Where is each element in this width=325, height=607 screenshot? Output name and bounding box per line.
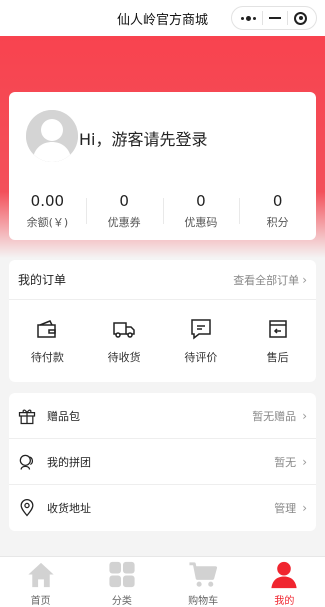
tab-mine[interactable]: 我的	[244, 557, 325, 607]
page-title: 仙人岭官方商城	[116, 12, 208, 28]
chevron-right-icon: ›	[302, 454, 307, 469]
stat-label: 优惠码	[184, 216, 218, 229]
orders-title: 我的订单	[18, 273, 67, 287]
stat-promo-codes[interactable]: 0 优惠码	[162, 192, 240, 232]
chevron-right-icon: ›	[302, 272, 307, 287]
stat-points[interactable]: 0 积分	[239, 192, 316, 232]
default-avatar-icon	[26, 110, 78, 162]
orders-header: 我的订单 查看全部订单 ›	[9, 260, 316, 300]
stat-balance[interactable]: 0.00 余额(￥)	[9, 192, 86, 232]
tab-cart[interactable]: 购物车	[163, 557, 244, 607]
my-orders-card: 我的订单 查看全部订单 › 待付款 待收货 待评价 售后	[9, 260, 316, 382]
login-prompt[interactable]: Hi，游客请先登录	[79, 126, 207, 150]
order-after-sales[interactable]: 售后	[239, 317, 316, 365]
location-pin-icon	[20, 499, 34, 517]
order-item-label: 待收货	[107, 350, 141, 364]
bottom-tab-bar: 首页 分类 购物车 我的	[0, 556, 325, 607]
stat-label: 余额(￥)	[26, 216, 69, 229]
profile-card: Hi，游客请先登录 0.00 余额(￥) 0 优惠券 0 优惠码 0 积分	[9, 92, 316, 240]
close-target-icon[interactable]	[294, 11, 307, 25]
menu-row-group-buy[interactable]: 我的拼团 暂无 ›	[9, 439, 316, 485]
order-item-label: 待付款	[30, 350, 64, 364]
chevron-right-icon: ›	[302, 501, 307, 515]
order-status-list: 待付款 待收货 待评价 售后	[9, 300, 316, 381]
truck-icon	[113, 321, 135, 338]
order-pending-review[interactable]: 待评价	[163, 317, 240, 365]
account-stats: 0.00 余额(￥) 0 优惠券 0 优惠码 0 积分	[9, 192, 316, 232]
tab-label: 购物车	[188, 596, 219, 607]
menu-label: 赠品包	[47, 409, 80, 423]
minimize-icon[interactable]	[269, 17, 281, 19]
menu-row-address[interactable]: 收货地址 管理 ›	[9, 485, 316, 531]
gift-icon	[18, 409, 36, 424]
tab-category[interactable]: 分类	[81, 557, 162, 607]
menu-label: 我的拼团	[47, 455, 91, 469]
tab-label: 分类	[111, 596, 132, 607]
avatar[interactable]	[26, 110, 78, 162]
comment-icon	[191, 318, 211, 340]
chevron-right-icon: ›	[302, 408, 307, 423]
cart-icon	[189, 562, 218, 587]
menu-value: 暂无	[274, 455, 297, 469]
user-icon	[271, 561, 297, 589]
tab-label: 我的	[274, 596, 295, 607]
view-all-orders-link[interactable]: 查看全部订单 ›	[233, 272, 307, 288]
mini-program-capsule	[231, 6, 317, 30]
order-pending-payment[interactable]: 待付款	[9, 317, 86, 365]
order-item-label: 售后	[266, 350, 289, 364]
home-icon	[28, 562, 54, 588]
tab-label: 首页	[30, 596, 51, 607]
group-buy-icon	[19, 454, 33, 470]
stat-label: 积分	[266, 216, 289, 229]
menu-value: 暂无赠品	[252, 409, 297, 423]
menu-row-gift-pack[interactable]: 赠品包 暂无赠品 ›	[9, 393, 316, 439]
order-pending-receipt[interactable]: 待收货	[86, 317, 163, 365]
stat-value: 0	[272, 192, 283, 210]
tab-home[interactable]: 首页	[0, 557, 81, 607]
menu-value: 管理	[274, 502, 297, 515]
menu-label: 收货地址	[47, 502, 91, 515]
top-navbar: 仙人岭官方商城	[0, 0, 325, 36]
return-box-icon	[268, 319, 287, 338]
stat-value: 0	[196, 192, 206, 210]
service-menu-card: 赠品包 暂无赠品 › 我的拼团 暂无 › 收货地址 管理 ›	[9, 393, 316, 531]
stat-label: 优惠券	[107, 216, 141, 229]
wallet-icon	[37, 319, 57, 338]
stat-coupons[interactable]: 0 优惠券	[85, 192, 163, 232]
stat-value: 0	[119, 192, 129, 210]
more-menu-icon[interactable]	[241, 15, 256, 21]
category-grid-icon	[109, 561, 135, 588]
stat-value: 0.00	[30, 192, 65, 210]
order-item-label: 待评价	[184, 350, 218, 364]
view-all-orders-label: 查看全部订单	[233, 273, 300, 287]
